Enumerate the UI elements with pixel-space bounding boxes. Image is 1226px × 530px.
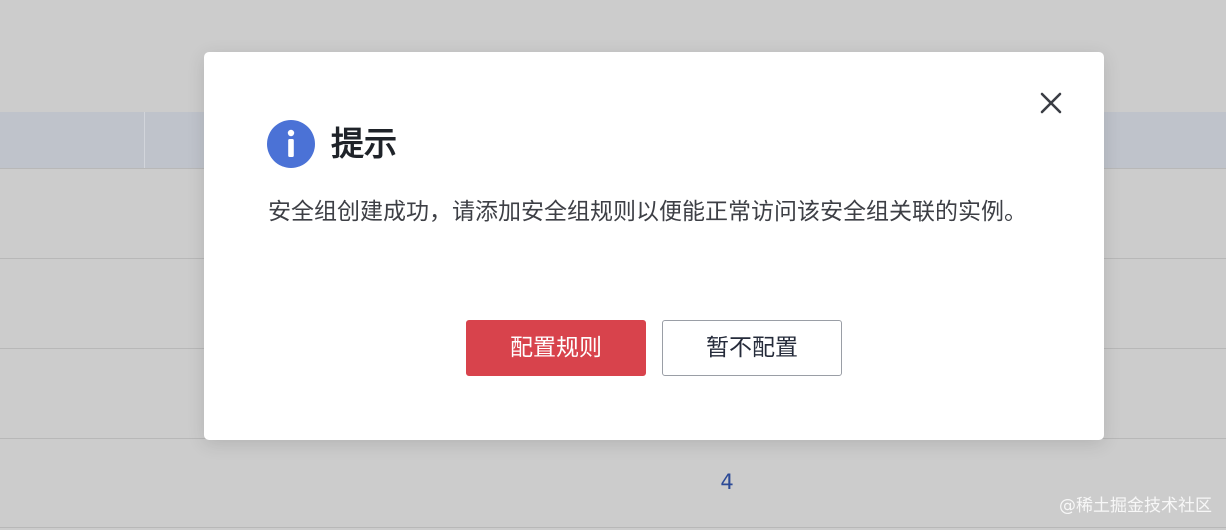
dialog-header: 提示 bbox=[267, 120, 397, 168]
dialog-message: 安全组创建成功，请添加安全组规则以便能正常访问该安全组关联的实例。 bbox=[268, 199, 1027, 225]
info-icon bbox=[267, 120, 315, 168]
row-divider bbox=[0, 527, 1226, 528]
table-cell-count[interactable]: 4 bbox=[712, 470, 742, 494]
skip-configure-button[interactable]: 暂不配置 bbox=[662, 320, 842, 376]
close-icon bbox=[1040, 92, 1062, 114]
watermark: @稀土掘金技术社区 bbox=[1059, 496, 1212, 516]
close-button[interactable] bbox=[1034, 86, 1068, 120]
column-divider bbox=[144, 112, 145, 168]
prompt-dialog: 提示 安全组创建成功，请添加安全组规则以便能正常访问该安全组关联的实例。 配置规… bbox=[204, 52, 1104, 440]
dialog-title: 提示 bbox=[331, 124, 397, 163]
configure-rules-button[interactable]: 配置规则 bbox=[466, 320, 646, 376]
